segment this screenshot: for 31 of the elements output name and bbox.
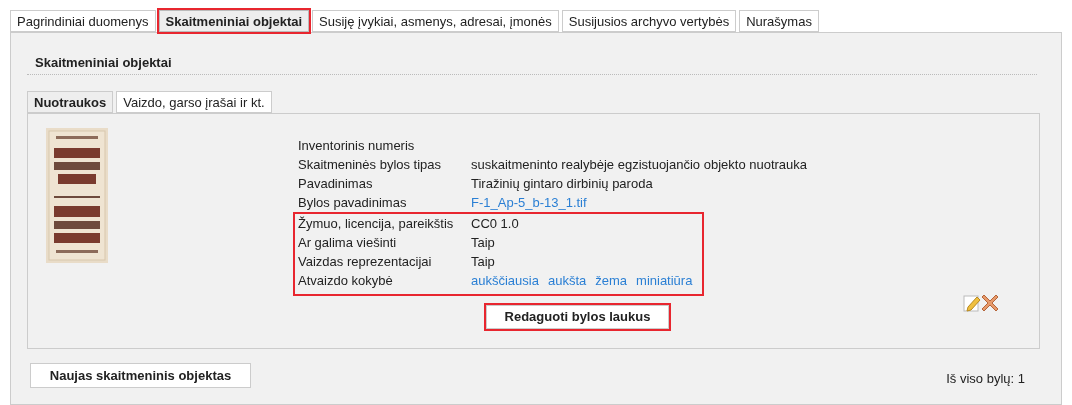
link[interactable]: miniatiūra	[636, 270, 693, 291]
link[interactable]: žema	[595, 270, 628, 291]
tab[interactable]: Susijusios archyvo vertybės	[561, 10, 737, 32]
field-label: Skaitmeninės bylos tipas	[298, 155, 443, 174]
edit-fields-button[interactable]: Redaguoti bylos laukus	[486, 305, 669, 329]
field-value: Taip	[471, 252, 495, 271]
tab[interactable]: Pagrindiniai duomenys	[10, 10, 156, 32]
tab[interactable]: Susiję įvykiai, asmenys, adresai, įmonės	[312, 10, 559, 32]
section-title: Skaitmeniniai objektai	[35, 53, 172, 72]
tab[interactable]: Skaitmeniniai objektai	[158, 10, 310, 32]
field-value: Taip	[471, 233, 495, 252]
total-count: Iš viso bylų: 1	[946, 370, 1025, 388]
tab[interactable]: Nurašymas	[739, 10, 819, 32]
field-value: Tiražinių gintaro dirbinių paroda	[471, 174, 653, 193]
tab[interactable]: Vaizdo, garso įrašai ir kt.	[116, 91, 272, 113]
new-object-button[interactable]: Naujas skaitmeninis objektas	[30, 363, 251, 388]
edit-icon[interactable]	[963, 294, 981, 312]
delete-icon[interactable]	[981, 294, 999, 312]
tab[interactable]: Nuotraukos	[27, 91, 114, 113]
field-label: Vaizdas reprezentacijai	[298, 252, 433, 271]
field-label: Inventorinis numeris	[298, 136, 416, 155]
link[interactable]: aukšta	[547, 270, 587, 291]
link[interactable]: aukščiausia	[471, 270, 539, 291]
field-value: CC0 1.0	[471, 214, 519, 233]
field-label: Žymuo, licencija, pareikštis	[298, 214, 455, 233]
link[interactable]: F-1_Ap-5_b-13_1.tif	[471, 192, 587, 213]
field-label: Bylos pavadinimas	[298, 193, 408, 212]
field-label: Atvaizdo kokybė	[298, 271, 394, 290]
field-value: suskaitmeninto realybėje egzistuojančio objekto nuotrauka	[471, 155, 808, 174]
field-label: Ar galima viešinti	[298, 233, 398, 252]
field-label: Pavadinimas	[298, 174, 374, 193]
